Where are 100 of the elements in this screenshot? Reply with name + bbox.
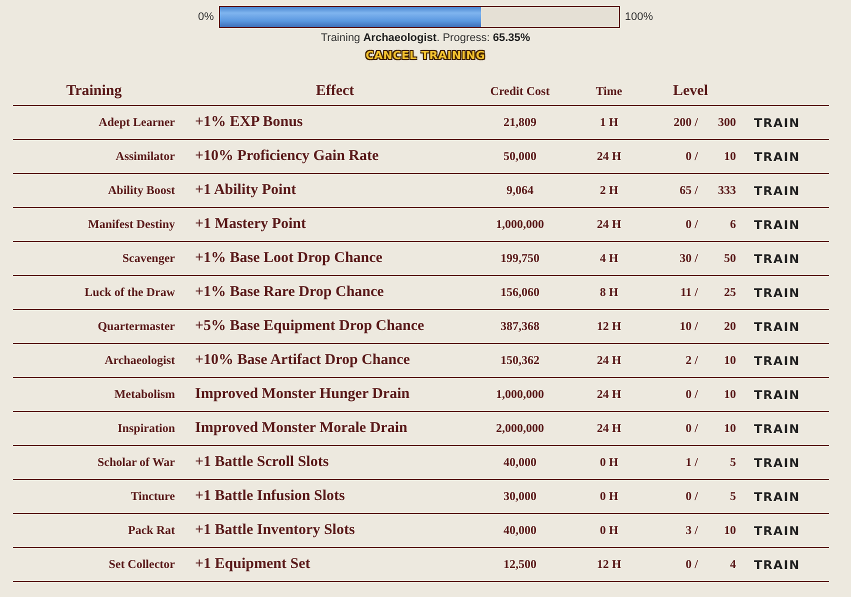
max-level-cell: 5 xyxy=(698,480,736,514)
effect-cell: +1% EXP Bonus xyxy=(195,106,475,140)
train-button[interactable]: TRAIN xyxy=(754,558,800,572)
current-level-cell: 11 / xyxy=(653,276,698,310)
cost-cell: 2,000,000 xyxy=(475,412,565,446)
effect-cell: +1% Base Loot Drop Chance xyxy=(195,242,475,276)
effect-cell: +1 Battle Scroll Slots xyxy=(195,446,475,480)
max-level-cell: 50 xyxy=(698,242,736,276)
training-cell: Quartermaster xyxy=(13,310,195,344)
cost-cell: 9,064 xyxy=(475,174,565,208)
cost-cell: 1,000,000 xyxy=(475,378,565,412)
time-cell: 4 H xyxy=(565,242,653,276)
training-cell: Luck of the Draw xyxy=(13,276,195,310)
time-cell: 2 H xyxy=(565,174,653,208)
train-button[interactable]: TRAIN xyxy=(754,490,800,504)
current-level-cell: 0 / xyxy=(653,208,698,242)
train-button[interactable]: TRAIN xyxy=(754,456,800,470)
train-button[interactable]: TRAIN xyxy=(754,116,800,130)
cost-cell: 150,362 xyxy=(475,344,565,378)
cost-cell: 1,000,000 xyxy=(475,208,565,242)
max-level-cell: 20 xyxy=(698,310,736,344)
current-level-cell: 2 / xyxy=(653,344,698,378)
column-header: Credit Cost xyxy=(475,79,565,106)
training-cell: Pack Rat xyxy=(13,514,195,548)
time-cell: 0 H xyxy=(565,514,653,548)
time-cell: 8 H xyxy=(565,276,653,310)
current-level-cell: 0 / xyxy=(653,480,698,514)
training-cell: Tincture xyxy=(13,480,195,514)
training-cell: Archaeologist xyxy=(13,344,195,378)
max-level-cell: 300 xyxy=(698,106,736,140)
current-level-cell: 10 / xyxy=(653,310,698,344)
training-cell: Ability Boost xyxy=(13,174,195,208)
effect-cell: +1 Battle Infusion Slots xyxy=(195,480,475,514)
effect-cell: Improved Monster Hunger Drain xyxy=(195,378,475,412)
train-button[interactable]: TRAIN xyxy=(754,320,800,334)
effect-cell: +1% Base Rare Drop Chance xyxy=(195,276,475,310)
min-label: 0% xyxy=(198,11,214,23)
cost-cell: 12,500 xyxy=(475,548,565,582)
time-cell: 24 H xyxy=(565,378,653,412)
time-cell: 12 H xyxy=(565,310,653,344)
current-level-cell: 0 / xyxy=(653,378,698,412)
column-header: Effect xyxy=(195,79,475,106)
current-level-cell: 0 / xyxy=(653,140,698,174)
time-cell: 12 H xyxy=(565,548,653,582)
train-button[interactable]: TRAIN xyxy=(754,286,800,300)
cost-cell: 199,750 xyxy=(475,242,565,276)
training-cell: Scholar of War xyxy=(13,446,195,480)
max-level-cell: 10 xyxy=(698,378,736,412)
effect-cell: +10% Proficiency Gain Rate xyxy=(195,140,475,174)
training-cell: Scavenger xyxy=(13,242,195,276)
training-cell: Metabolism xyxy=(13,378,195,412)
max-level-cell: 333 xyxy=(698,174,736,208)
current-level-cell: 65 / xyxy=(653,174,698,208)
cost-cell: 50,000 xyxy=(475,140,565,174)
current-level-cell: 0 / xyxy=(653,412,698,446)
cost-cell: 21,809 xyxy=(475,106,565,140)
train-button[interactable]: TRAIN xyxy=(754,184,800,198)
effect-cell: +1 Mastery Point xyxy=(195,208,475,242)
cost-cell: 30,000 xyxy=(475,480,565,514)
time-cell: 24 H xyxy=(565,140,653,174)
effect-cell: +5% Base Equipment Drop Chance xyxy=(195,310,475,344)
cost-cell: 156,060 xyxy=(475,276,565,310)
current-level-cell: 200 / xyxy=(653,106,698,140)
effect-cell: +1 Ability Point xyxy=(195,174,475,208)
max-level-cell: 6 xyxy=(698,208,736,242)
cost-cell: 387,368 xyxy=(475,310,565,344)
train-button[interactable]: TRAIN xyxy=(754,150,800,164)
effect-cell: +1 Equipment Set xyxy=(195,548,475,582)
train-button[interactable]: TRAIN xyxy=(754,252,800,266)
train-button[interactable]: TRAIN xyxy=(754,388,800,402)
column-header: Level xyxy=(653,79,736,106)
cost-cell: 40,000 xyxy=(475,514,565,548)
max-level-cell: 10 xyxy=(698,344,736,378)
train-button[interactable]: TRAIN xyxy=(754,524,800,538)
time-cell: 1 H xyxy=(565,106,653,140)
max-level-cell: 10 xyxy=(698,514,736,548)
progress-caption: Training Archaeologist. Progress: 65.35% xyxy=(320,32,530,44)
column-header: Training xyxy=(13,79,195,106)
current-level-cell: 1 / xyxy=(653,446,698,480)
train-button[interactable]: TRAIN xyxy=(754,218,800,232)
training-cell: Set Collector xyxy=(13,548,195,582)
max-label: 100% xyxy=(624,11,654,23)
training-cell: Assimilator xyxy=(13,140,195,174)
training-cell: Inspiration xyxy=(13,412,195,446)
time-cell: 24 H xyxy=(565,344,653,378)
train-button[interactable]: TRAIN xyxy=(754,422,800,436)
time-cell: 24 H xyxy=(565,412,653,446)
max-level-cell: 5 xyxy=(698,446,736,480)
training-cell: Manifest Destiny xyxy=(13,208,195,242)
train-button[interactable]: TRAIN xyxy=(754,354,800,368)
time-cell: 24 H xyxy=(565,208,653,242)
effect-cell: +1 Battle Inventory Slots xyxy=(195,514,475,548)
max-level-cell: 25 xyxy=(698,276,736,310)
cost-cell: 40,000 xyxy=(475,446,565,480)
max-level-cell: 10 xyxy=(698,140,736,174)
effect-cell: Improved Monster Morale Drain xyxy=(195,412,475,446)
current-level-cell: 30 / xyxy=(653,242,698,276)
effect-cell: +10% Base Artifact Drop Chance xyxy=(195,344,475,378)
training-cell: Adept Learner xyxy=(13,106,195,140)
time-cell: 0 H xyxy=(565,446,653,480)
